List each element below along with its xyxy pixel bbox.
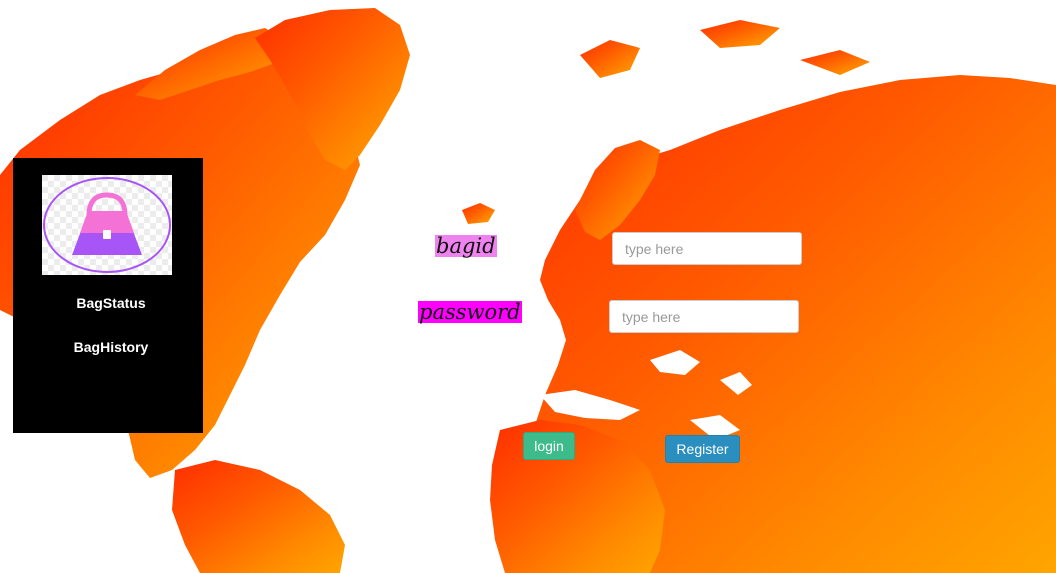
login-button[interactable]: login — [523, 432, 575, 460]
south-america-landmass — [172, 460, 345, 573]
sidebar-item-baghistory[interactable]: BagHistory — [16, 339, 206, 355]
sidebar-item-bagstatus[interactable]: BagStatus — [16, 295, 206, 311]
bagid-label: bagid — [435, 234, 497, 258]
arctic-russia-islands — [580, 40, 640, 78]
register-button[interactable]: Register — [665, 435, 740, 463]
iceland-landmass — [462, 203, 495, 224]
handbag-icon — [43, 177, 171, 273]
sidebar: BagStatus BagHistory — [13, 158, 203, 433]
password-label: password — [418, 300, 522, 324]
app-logo — [42, 175, 172, 275]
bagid-input[interactable] — [612, 232, 802, 265]
password-input[interactable] — [609, 300, 799, 333]
